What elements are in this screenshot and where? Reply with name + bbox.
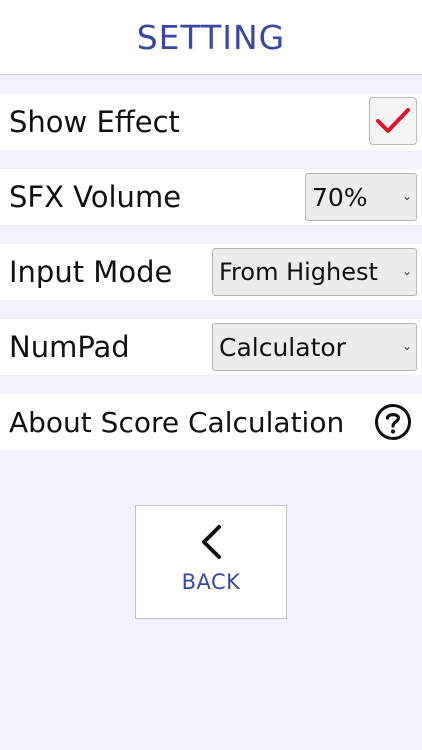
setting-row-numpad: NumPad Calculator ⌄: [0, 319, 422, 375]
back-button[interactable]: BACK: [135, 505, 287, 619]
input-mode-value: From Highest: [219, 258, 378, 286]
numpad-label: NumPad: [9, 330, 130, 364]
sfx-volume-label: SFX Volume: [9, 180, 182, 214]
checkmark-icon: [376, 108, 410, 133]
input-mode-label: Input Mode: [9, 255, 173, 289]
header-bar: SETTING: [0, 0, 422, 75]
setting-row-input-mode: Input Mode From Highest ⌄: [0, 244, 422, 300]
sfx-volume-select[interactable]: 70% ⌄: [305, 173, 417, 221]
back-label: BACK: [181, 570, 241, 594]
setting-row-about-score[interactable]: About Score Calculation: [0, 394, 422, 450]
about-score-label: About Score Calculation: [9, 405, 345, 439]
help-circle-icon[interactable]: [374, 403, 412, 441]
show-effect-label: Show Effect: [9, 105, 180, 139]
chevron-down-icon: ⌄: [401, 339, 412, 353]
show-effect-checkbox[interactable]: [369, 97, 417, 145]
numpad-value: Calculator: [219, 332, 346, 362]
setting-row-sfx-volume: SFX Volume 70% ⌄: [0, 169, 422, 225]
setting-row-show-effect: Show Effect: [0, 94, 422, 150]
input-mode-select[interactable]: From Highest ⌄: [212, 248, 417, 296]
page-title: SETTING: [136, 17, 286, 57]
chevron-left-icon: [202, 525, 221, 559]
sfx-volume-value: 70%: [312, 182, 368, 212]
numpad-select[interactable]: Calculator ⌄: [212, 323, 417, 371]
chevron-down-icon: ⌄: [401, 189, 412, 203]
chevron-down-icon: ⌄: [401, 264, 412, 278]
